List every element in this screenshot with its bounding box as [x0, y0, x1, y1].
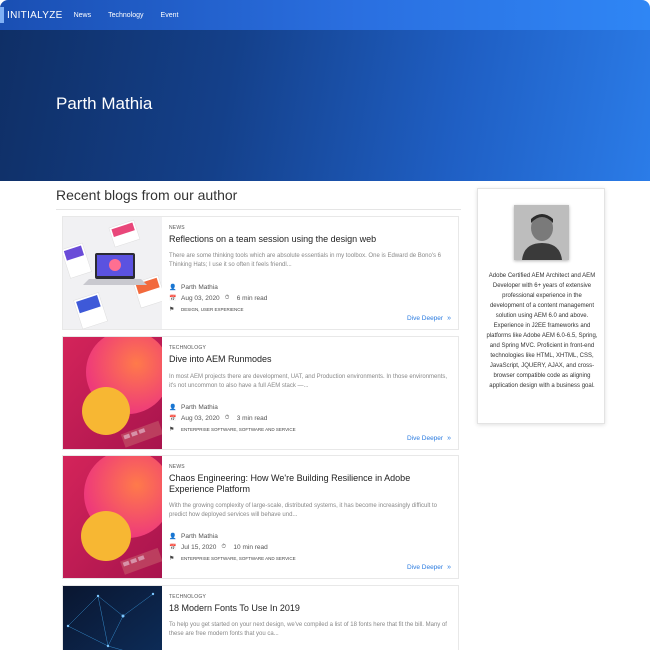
dive-deeper-link[interactable]: Dive Deeper »: [407, 315, 451, 322]
nav-link-event[interactable]: Event: [161, 12, 179, 19]
blog-author: 👤 Parth Mathia: [169, 533, 218, 540]
double-chevron-right-icon: »: [447, 315, 451, 322]
blog-category: TECHNOLOGY: [169, 345, 207, 351]
blog-date: Jul 15, 2020: [181, 544, 217, 551]
blog-card-body: NEWS Chaos Engineering: How We're Buildi…: [169, 464, 454, 520]
blog-date-time: 📅 Aug 03, 2020 ⏱ 3 min read: [169, 415, 267, 422]
section-divider: [56, 209, 461, 210]
blog-title[interactable]: Chaos Engineering: How We're Building Re…: [169, 473, 454, 495]
calendar-icon: 📅: [169, 296, 177, 302]
blog-card[interactable]: NEWS Reflections on a team session using…: [62, 216, 459, 330]
blog-excerpt: In most AEM projects there are developme…: [169, 374, 448, 389]
blog-card[interactable]: TECHNOLOGY Dive into AEM Runmodes In mos…: [62, 336, 459, 450]
tag-icon: ⚑: [169, 556, 175, 562]
blog-read-time: 10 min read: [233, 544, 268, 551]
blog-author-name[interactable]: Parth Mathia: [181, 284, 218, 291]
blog-card[interactable]: NEWS Chaos Engineering: How We're Buildi…: [62, 455, 459, 579]
dive-deeper-label[interactable]: Dive Deeper: [407, 315, 443, 322]
blog-title[interactable]: 18 Modern Fonts To Use In 2019: [169, 603, 454, 614]
blog-title[interactable]: Dive into AEM Runmodes: [169, 354, 454, 365]
author-profile-card: Adobe Certified AEM Architect and AEM De…: [477, 188, 605, 424]
user-icon: 👤: [169, 534, 177, 540]
blog-tags: ⚑ ENTERPRISE SOFTWARE, SOFTWARE AND SERV…: [169, 426, 296, 433]
blog-author-name[interactable]: Parth Mathia: [181, 533, 218, 540]
dive-deeper-label[interactable]: Dive Deeper: [407, 564, 443, 571]
blog-card-body: TECHNOLOGY Dive into AEM Runmodes In mos…: [169, 345, 454, 391]
blog-category: TECHNOLOGY: [169, 594, 207, 600]
blog-card-body: NEWS Reflections on a team session using…: [169, 225, 454, 270]
stopwatch-icon: ⏱: [224, 295, 230, 301]
user-icon: 👤: [169, 285, 177, 291]
avatar: [514, 205, 569, 260]
author-bio: Adobe Certified AEM Architect and AEM De…: [486, 273, 598, 389]
author-name-heading: Parth Mathia: [56, 94, 153, 113]
double-chevron-right-icon: »: [447, 435, 451, 442]
dive-deeper-link[interactable]: Dive Deeper »: [407, 564, 451, 571]
blog-tags: ⚑ ENTERPRISE SOFTWARE, SOFTWARE AND SERV…: [169, 555, 296, 562]
blog-excerpt: With the growing complexity of large-sca…: [169, 503, 438, 518]
blog-date: Aug 03, 2020: [181, 295, 220, 302]
page: INITIALYZE News Technology Event Parth M…: [0, 0, 650, 650]
brand-name: INITIALYZE: [7, 9, 63, 21]
dive-deeper-label[interactable]: Dive Deeper: [407, 435, 443, 442]
user-icon: 👤: [169, 405, 177, 411]
blog-author-name[interactable]: Parth Mathia: [181, 404, 218, 411]
tag-icon: ⚑: [169, 427, 175, 433]
nav-links: News Technology Event: [74, 12, 196, 19]
tag-icon: ⚑: [169, 307, 175, 313]
nav-link-technology[interactable]: Technology: [108, 12, 143, 19]
blog-excerpt: There are some thinking tools which are …: [169, 253, 441, 268]
blog-tags-text[interactable]: ENTERPRISE SOFTWARE, SOFTWARE AND SERVIC…: [181, 556, 296, 561]
blog-read-time: 6 min read: [236, 295, 268, 302]
blog-tags-text[interactable]: DESIGN, USER EXPERIENCE: [181, 307, 244, 312]
stopwatch-icon: ⏱: [224, 415, 230, 421]
hero-banner: Parth Mathia: [0, 30, 650, 181]
blog-author: 👤 Parth Mathia: [169, 404, 218, 411]
nav-link-news[interactable]: News: [74, 12, 92, 19]
stopwatch-icon: ⏱: [221, 544, 227, 550]
blog-date: Aug 03, 2020: [181, 415, 220, 422]
brand-logo[interactable]: INITIALYZE: [0, 0, 63, 30]
calendar-icon: 📅: [169, 416, 177, 422]
blog-date-time: 📅 Aug 03, 2020 ⏱ 6 min read: [169, 295, 267, 302]
blog-tags: ⚑ DESIGN, USER EXPERIENCE: [169, 306, 244, 313]
blog-date-time: 📅 Jul 15, 2020 ⏱ 10 min read: [169, 544, 268, 551]
top-navbar: INITIALYZE News Technology Event: [0, 0, 650, 30]
blog-thumbnail[interactable]: [63, 217, 162, 329]
blog-category: NEWS: [169, 464, 185, 470]
section-title: Recent blogs from our author: [56, 187, 238, 203]
blog-card[interactable]: TECHNOLOGY 18 Modern Fonts To Use In 201…: [62, 585, 459, 650]
blog-read-time: 3 min read: [236, 415, 268, 422]
blog-card-body: TECHNOLOGY 18 Modern Fonts To Use In 201…: [169, 594, 454, 639]
blog-thumbnail[interactable]: [63, 586, 162, 650]
blog-excerpt: To help you get started on your next des…: [169, 622, 447, 637]
blog-thumbnail[interactable]: [63, 456, 162, 578]
blog-tags-text[interactable]: ENTERPRISE SOFTWARE, SOFTWARE AND SERVIC…: [181, 427, 296, 432]
blog-thumbnail[interactable]: [63, 337, 162, 449]
blog-author: 👤 Parth Mathia: [169, 284, 218, 291]
blog-title[interactable]: Reflections on a team session using the …: [169, 234, 454, 245]
blog-category: NEWS: [169, 225, 185, 231]
logo-mark-icon: [0, 7, 4, 23]
dive-deeper-link[interactable]: Dive Deeper »: [407, 435, 451, 442]
double-chevron-right-icon: »: [447, 564, 451, 571]
calendar-icon: 📅: [169, 545, 177, 551]
